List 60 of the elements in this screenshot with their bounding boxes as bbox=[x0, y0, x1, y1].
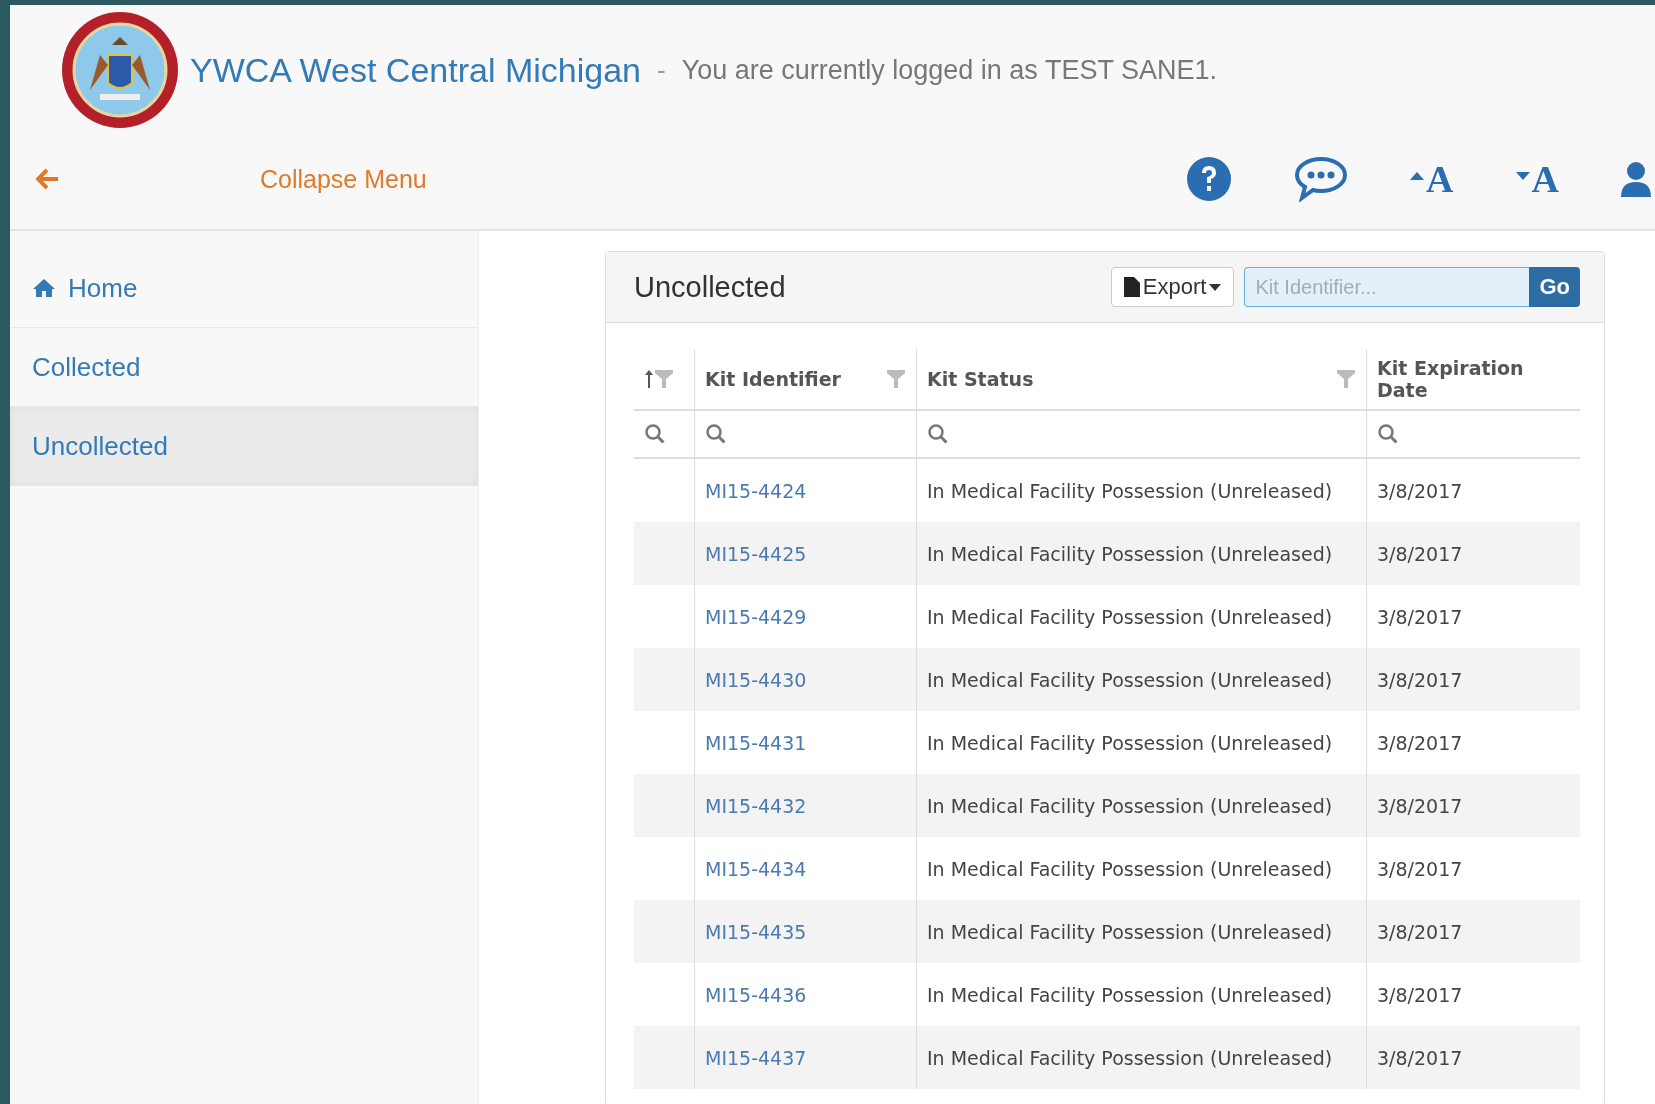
caret-icon bbox=[1209, 283, 1222, 291]
search-icon[interactable] bbox=[927, 423, 949, 445]
table-cell: In Medical Facility Possession (Unreleased) bbox=[927, 605, 1333, 628]
speech-bubble-icon bbox=[1294, 156, 1349, 202]
table-cell: 3/8/2017 bbox=[1377, 920, 1463, 943]
increase-font-button[interactable]: A bbox=[1410, 160, 1454, 198]
table-cell: In Medical Facility Possession (Unreleased) bbox=[927, 857, 1333, 880]
table-cell: 3/8/2017 bbox=[1377, 668, 1463, 691]
kit-identifier-link[interactable]: MI15-4434 bbox=[705, 857, 807, 880]
go-button[interactable]: Go bbox=[1529, 267, 1580, 307]
triangle-down-icon bbox=[1515, 172, 1530, 180]
table-cell: In Medical Facility Possession (Unreleased) bbox=[927, 1046, 1333, 1069]
kit-identifier-link[interactable]: MI15-4425 bbox=[705, 542, 807, 565]
decrease-font-button[interactable]: A bbox=[1515, 160, 1559, 198]
panel-title: Uncollected bbox=[634, 270, 786, 304]
kit-identifier-search-field[interactable]: Kit Identifier... bbox=[1244, 267, 1530, 307]
home-icon bbox=[32, 278, 56, 298]
table-cell: 3/8/2017 bbox=[1377, 794, 1463, 817]
collapse-menu-button[interactable]: Collapse Menu bbox=[36, 164, 456, 194]
column-header[interactable]: Kit Identifier bbox=[705, 368, 841, 390]
table-cell: 3/8/2017 bbox=[1377, 1046, 1463, 1069]
separator-text: - bbox=[656, 54, 666, 86]
help-button[interactable] bbox=[1186, 156, 1233, 202]
sort-arrow-icon[interactable] bbox=[644, 369, 654, 389]
file-icon bbox=[1123, 277, 1140, 297]
search-icon[interactable] bbox=[644, 423, 666, 445]
table-cell: In Medical Facility Possession (Unreleased) bbox=[927, 479, 1333, 502]
kit-identifier-link[interactable]: MI15-4424 bbox=[705, 479, 807, 502]
kit-identifier-link[interactable]: MI15-4430 bbox=[705, 668, 807, 691]
kit-identifier-link[interactable]: MI15-4436 bbox=[705, 983, 807, 1006]
column-header[interactable]: Kit Expiration Date bbox=[1377, 357, 1570, 401]
table-cell: 3/8/2017 bbox=[1377, 479, 1463, 502]
arrow-left-icon bbox=[36, 168, 60, 190]
kit-identifier-link[interactable]: MI15-4435 bbox=[705, 920, 807, 943]
help-icon bbox=[1186, 156, 1233, 202]
table-cell: 3/8/2017 bbox=[1377, 983, 1463, 1006]
column-header[interactable]: Kit Status bbox=[927, 368, 1034, 390]
table-cell: In Medical Facility Possession (Unreleased) bbox=[927, 920, 1333, 943]
kit-identifier-link[interactable]: MI15-4429 bbox=[705, 605, 807, 628]
search-icon[interactable] bbox=[705, 423, 727, 445]
table-cell: 3/8/2017 bbox=[1377, 542, 1463, 565]
table-cell: 3/8/2017 bbox=[1377, 605, 1463, 628]
table-cell: 3/8/2017 bbox=[1377, 857, 1463, 880]
kit-identifier-link[interactable]: MI15-4437 bbox=[705, 1046, 807, 1069]
table-cell: In Medical Facility Possession (Unreleased) bbox=[927, 668, 1333, 691]
chat-button[interactable] bbox=[1294, 156, 1349, 202]
sidebar-item[interactable]: Uncollected bbox=[10, 407, 478, 486]
table-cell: 3/8/2017 bbox=[1377, 731, 1463, 754]
table-cell: In Medical Facility Possession (Unreleased) bbox=[927, 731, 1333, 754]
login-status-text: You are currently logged in as TEST SANE1. bbox=[681, 54, 1217, 86]
organization-name: YWCA West Central Michigan bbox=[190, 50, 641, 90]
table-cell: In Medical Facility Possession (Unreleased) bbox=[927, 542, 1333, 565]
search-icon[interactable] bbox=[1377, 423, 1399, 445]
kit-identifier-link[interactable]: MI15-4432 bbox=[705, 794, 807, 817]
triangle-up-icon bbox=[1410, 172, 1425, 180]
sidebar-item[interactable]: Home bbox=[10, 249, 478, 328]
export-button[interactable]: Export bbox=[1110, 267, 1235, 307]
table-cell: In Medical Facility Possession (Unreleased) bbox=[927, 794, 1333, 817]
table-cell: In Medical Facility Possession (Unreleased) bbox=[927, 983, 1333, 1006]
kit-identifier-link[interactable]: MI15-4431 bbox=[705, 731, 807, 754]
